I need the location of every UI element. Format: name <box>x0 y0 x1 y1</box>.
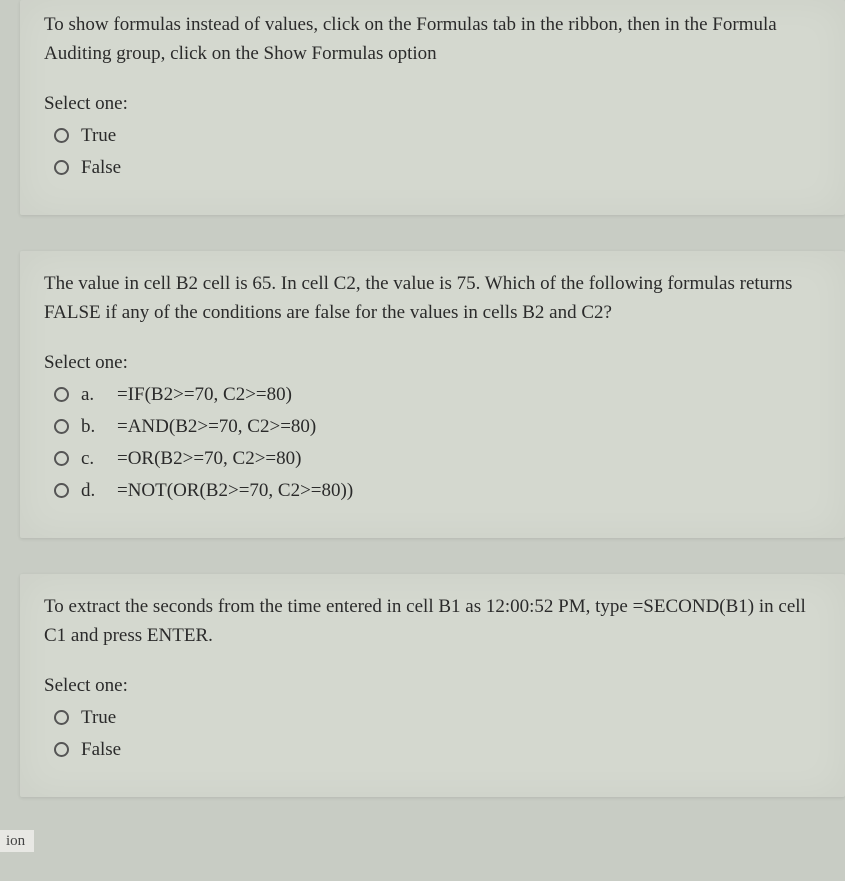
question-prompt: To extract the seconds from the time ent… <box>44 592 821 651</box>
option-letter: d. <box>81 480 105 502</box>
option-d[interactable]: d. =NOT(OR(B2>=70, C2>=80)) <box>54 480 821 502</box>
option-letter: c. <box>81 448 105 470</box>
option-a[interactable]: a. =IF(B2>=70, C2>=80) <box>54 384 821 406</box>
radio-icon <box>54 387 69 402</box>
radio-icon <box>54 483 69 498</box>
radio-icon <box>54 742 69 757</box>
radio-icon <box>54 419 69 434</box>
radio-icon <box>54 160 69 175</box>
option-label: =AND(B2>=70, C2>=80) <box>117 416 316 438</box>
option-false[interactable]: False <box>54 739 821 761</box>
select-one-label: Select one: <box>44 675 821 697</box>
question-block-2: The value in cell B2 cell is 65. In cell… <box>20 251 845 538</box>
option-false[interactable]: False <box>54 157 821 179</box>
option-label: True <box>81 125 116 147</box>
option-label: True <box>81 707 116 729</box>
question-block-1: To show formulas instead of values, clic… <box>20 0 845 215</box>
option-c[interactable]: c. =OR(B2>=70, C2>=80) <box>54 448 821 470</box>
option-letter: b. <box>81 416 105 438</box>
radio-icon <box>54 128 69 143</box>
sidebar-fragment-ion: ion <box>0 830 34 852</box>
question-block-3: To extract the seconds from the time ent… <box>20 574 845 797</box>
option-label: False <box>81 157 121 179</box>
option-letter: a. <box>81 384 105 406</box>
radio-icon <box>54 710 69 725</box>
option-label: =IF(B2>=70, C2>=80) <box>117 384 292 406</box>
option-label: =NOT(OR(B2>=70, C2>=80)) <box>117 480 353 502</box>
option-label: =OR(B2>=70, C2>=80) <box>117 448 301 470</box>
option-true[interactable]: True <box>54 707 821 729</box>
question-prompt: To show formulas instead of values, clic… <box>44 10 821 69</box>
select-one-label: Select one: <box>44 93 821 115</box>
radio-icon <box>54 451 69 466</box>
option-b[interactable]: b. =AND(B2>=70, C2>=80) <box>54 416 821 438</box>
question-prompt: The value in cell B2 cell is 65. In cell… <box>44 269 821 328</box>
select-one-label: Select one: <box>44 352 821 374</box>
option-true[interactable]: True <box>54 125 821 147</box>
option-label: False <box>81 739 121 761</box>
